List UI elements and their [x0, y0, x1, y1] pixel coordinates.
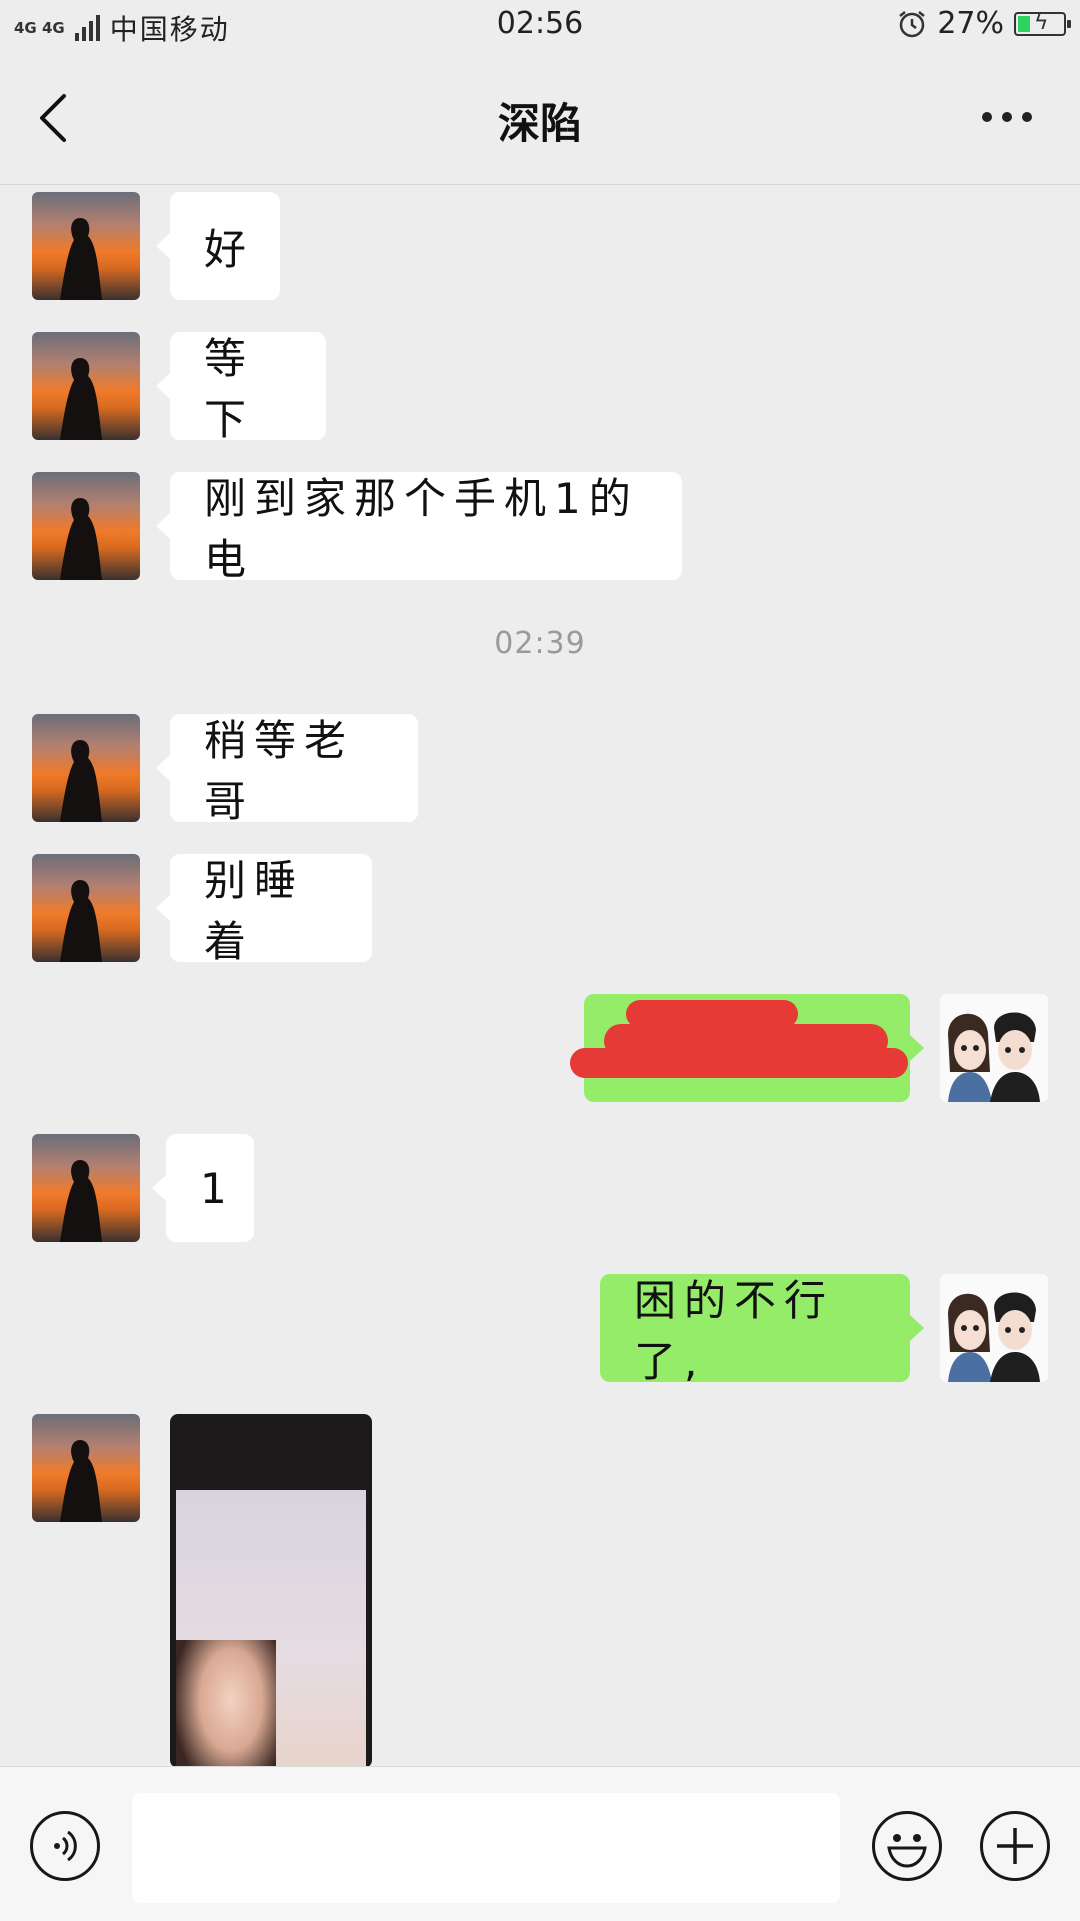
message-text: 困的不行了,	[634, 1276, 835, 1386]
photo-content	[176, 1490, 366, 1768]
my-avatar[interactable]	[940, 994, 1048, 1102]
message-bubble[interactable]: 等下	[156, 332, 326, 444]
message-timestamp: 02:39	[494, 626, 586, 661]
contact-avatar[interactable]	[32, 1414, 140, 1522]
alarm-icon	[899, 10, 926, 37]
chat-title: 深陷	[497, 99, 582, 148]
contact-avatar[interactable]	[32, 192, 140, 300]
emoji-icon[interactable]	[872, 1811, 942, 1881]
image-message[interactable]	[170, 1414, 372, 1768]
input-bar	[0, 1766, 1080, 1921]
message-bubble[interactable]: 1	[152, 1134, 254, 1242]
message-bubble[interactable]: 刚到家那个手机1的电	[156, 472, 682, 584]
battery-fill	[1018, 15, 1030, 32]
message-text: 等下	[204, 334, 255, 444]
message-text: 好	[204, 224, 255, 274]
couple-avatar-icon	[940, 994, 1048, 1102]
plus-icon[interactable]	[980, 1811, 1050, 1881]
message-text: 刚到家那个手机1的电	[204, 474, 639, 584]
my-message-bubble[interactable]: 困的不行了,	[600, 1274, 924, 1386]
couple-avatar-icon	[940, 1274, 1048, 1382]
contact-avatar[interactable]	[32, 332, 140, 440]
more-dots-icon[interactable]	[982, 112, 1032, 122]
message-input[interactable]	[132, 1793, 840, 1903]
message-text: 别睡着	[204, 856, 305, 966]
message-text: 稍等老哥	[204, 716, 355, 826]
message-bubble[interactable]: 别睡着	[156, 854, 372, 966]
voice-icon[interactable]	[30, 1811, 100, 1881]
message-text: 1	[200, 1163, 235, 1213]
status-right: 27% ϟ	[897, 6, 1071, 41]
my-avatar[interactable]	[940, 1274, 1048, 1382]
bolt-icon: ϟ	[1034, 9, 1049, 35]
battery-percent: 27%	[937, 6, 1004, 41]
contact-avatar[interactable]	[32, 472, 140, 580]
contact-avatar[interactable]	[32, 1134, 140, 1242]
message-bubble[interactable]: 好	[156, 192, 280, 300]
chat-header: 深陷	[0, 52, 1080, 185]
redaction-mark	[570, 1048, 908, 1078]
message-bubble[interactable]: 稍等老哥	[156, 714, 418, 826]
contact-avatar[interactable]	[32, 714, 140, 822]
photo-portrait	[176, 1640, 276, 1768]
battery-charging-icon: ϟ	[1014, 9, 1071, 36]
status-bar: 4G 4G 中国移动 02:56 27% ϟ	[0, 0, 1080, 52]
contact-avatar[interactable]	[32, 854, 140, 962]
